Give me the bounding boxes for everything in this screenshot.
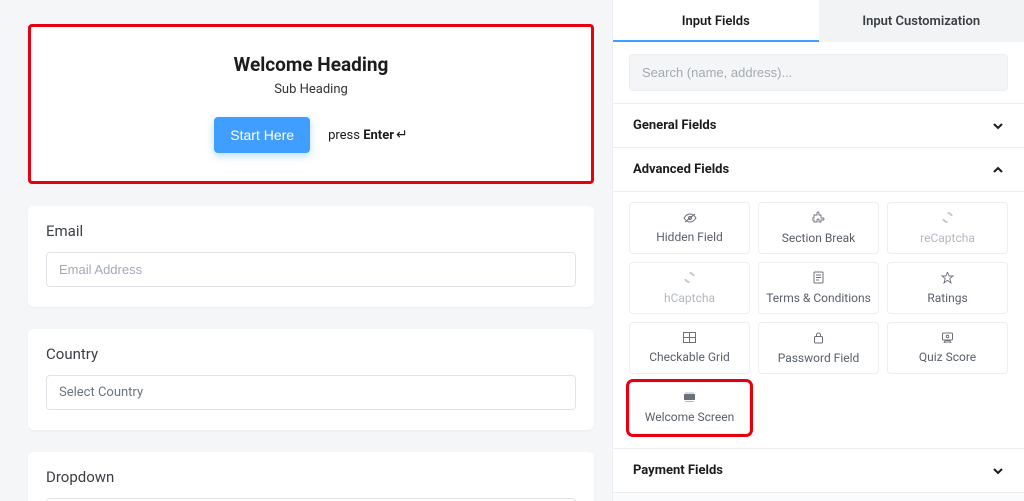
advanced-fields-body: Hidden Field Section Break reCaptcha: [613, 192, 1024, 449]
tile-password-field[interactable]: Password Field: [758, 322, 879, 374]
search-input[interactable]: [629, 54, 1008, 91]
welcome-screen-block[interactable]: Welcome Heading Sub Heading Start Here p…: [28, 24, 594, 184]
welcome-actions: Start Here press Enter↵: [214, 117, 407, 153]
section-payment-label: Payment Fields: [633, 463, 723, 478]
lock-icon: [813, 331, 824, 347]
accordion: General Fields Advanced Fields: [613, 103, 1024, 493]
tab-input-customization[interactable]: Input Customization: [819, 0, 1024, 42]
tile-label: Section Break: [782, 231, 855, 245]
dropdown-field-block[interactable]: Dropdown - Select -: [28, 452, 594, 501]
section-general-fields[interactable]: General Fields: [613, 104, 1024, 148]
screen-icon: [683, 392, 696, 406]
section-payment-fields[interactable]: Payment Fields: [613, 449, 1024, 493]
sidebar-tabs: Input Fields Input Customization: [613, 0, 1024, 42]
tile-label: Checkable Grid: [649, 350, 730, 364]
country-label: Country: [46, 345, 576, 363]
tile-label: Ratings: [927, 291, 967, 305]
country-field-block[interactable]: Country Select Country: [28, 329, 594, 430]
start-here-button[interactable]: Start Here: [214, 117, 310, 153]
form-canvas: Welcome Heading Sub Heading Start Here p…: [0, 0, 612, 501]
chevron-down-icon: [992, 120, 1004, 132]
email-field-block[interactable]: Email: [28, 206, 594, 307]
email-input[interactable]: [46, 252, 576, 287]
grid-icon: [683, 332, 696, 346]
tile-ratings[interactable]: Ratings: [887, 262, 1008, 314]
email-label: Email: [46, 222, 576, 240]
tile-label: Quiz Score: [919, 350, 976, 364]
tile-label: Welcome Screen: [645, 410, 734, 424]
document-icon: [813, 271, 824, 287]
press-enter-hint: press Enter↵: [328, 127, 408, 143]
tile-label: reCaptcha: [920, 231, 975, 245]
section-advanced-fields[interactable]: Advanced Fields: [613, 148, 1024, 192]
star-icon: [941, 272, 954, 287]
section-general-label: General Fields: [633, 118, 716, 133]
tile-section-break[interactable]: Section Break: [758, 202, 879, 254]
tile-terms-conditions[interactable]: Terms & Conditions: [758, 262, 879, 314]
sidebar: Input Fields Input Customization General…: [612, 0, 1024, 501]
chevron-down-icon: [992, 465, 1004, 477]
tile-hcaptcha: hCaptcha: [629, 262, 750, 314]
dropdown-label: Dropdown: [46, 468, 576, 486]
puzzle-icon: [812, 211, 825, 227]
tab-input-fields[interactable]: Input Fields: [613, 0, 819, 42]
tile-checkable-grid[interactable]: Checkable Grid: [629, 322, 750, 374]
welcome-subheading: Sub Heading: [51, 82, 571, 97]
tile-quiz-score[interactable]: Quiz Score: [887, 322, 1008, 374]
search-wrap: [613, 42, 1024, 103]
tile-label: Terms & Conditions: [766, 291, 871, 305]
trophy-icon: [941, 332, 954, 346]
country-select[interactable]: Select Country: [46, 375, 576, 410]
section-advanced-label: Advanced Fields: [633, 162, 729, 177]
chevron-up-icon: [992, 164, 1004, 176]
tile-welcome-screen[interactable]: Welcome Screen: [629, 382, 750, 434]
hcaptcha-icon: [683, 271, 696, 287]
tile-recaptcha: reCaptcha: [887, 202, 1008, 254]
tile-label: Password Field: [778, 351, 860, 365]
tile-label: Hidden Field: [656, 230, 723, 244]
eye-slash-icon: [683, 213, 697, 226]
recaptcha-icon: [941, 211, 954, 227]
welcome-heading: Welcome Heading: [51, 53, 571, 76]
tile-label: hCaptcha: [664, 291, 715, 305]
tile-hidden-field[interactable]: Hidden Field: [629, 202, 750, 254]
